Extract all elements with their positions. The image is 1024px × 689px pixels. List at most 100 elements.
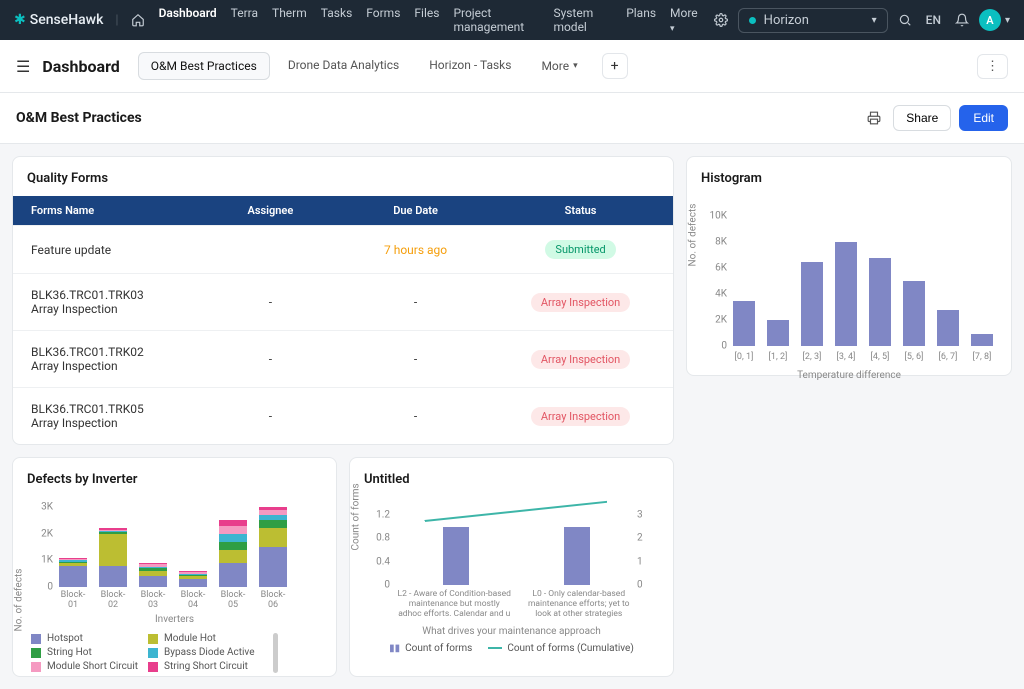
legend-scrollbar[interactable] [273,633,278,673]
bar [767,320,789,346]
nav-project[interactable]: Project management [453,6,539,34]
swatch-icon [31,634,41,644]
status-badge: Array Inspection [531,293,630,312]
bar-segment [259,520,287,528]
legend-item[interactable]: Bypass Diode Active [148,647,255,658]
bell-icon[interactable] [951,12,973,28]
language-selector[interactable]: EN [922,13,945,27]
bar-segment [259,528,287,547]
cell-name: BLK36.TRC01.TRK03 Array Inspection [13,274,183,330]
cell-status: Array Inspection [488,274,673,330]
histogram-x-labels: [0, 1][1, 2][2, 3][3, 4][4, 5][5, 6][6, … [733,350,1011,362]
tab-drone-data[interactable]: Drone Data Analytics [276,52,411,80]
stacked-bar [139,563,167,587]
status-badge: Submitted [545,240,615,259]
x-tick: Block-04 [179,590,207,610]
x-axis-label: What drives your maintenance approach [350,626,673,637]
content-grid: Quality Forms Forms Name Assignee Due Da… [0,144,1024,689]
nav-more[interactable]: More ▾ [670,6,698,34]
bar [971,334,993,346]
top-nav: ✱ SenseHawk | Dashboard Terra Therm Task… [0,0,1024,40]
y-tick-left: 0.4 [356,556,390,567]
tab-om-best-practices[interactable]: O&M Best Practices [138,52,270,80]
top-nav-links: Dashboard Terra Therm Tasks Forms Files … [159,6,698,34]
nav-files[interactable]: Files [414,6,439,34]
add-dashboard-button[interactable]: + [602,53,628,79]
x-tick: [4, 5] [869,352,891,362]
y-tick-left: 1.2 [356,510,390,521]
status-badge: Array Inspection [531,350,630,369]
nav-system[interactable]: System model [553,6,612,34]
chevron-down-icon: ▾ [573,61,578,71]
cell-due: - [343,331,488,387]
bar-segment [59,566,87,587]
edit-button[interactable]: Edit [959,105,1008,131]
cell-assignee [198,226,343,273]
x-tick: Block-03 [139,590,167,610]
nav-tasks[interactable]: Tasks [321,6,353,34]
legend-item[interactable]: Hotspot [31,633,138,644]
nav-dashboard[interactable]: Dashboard [159,6,217,34]
menu-icon[interactable]: ☰ [16,57,30,76]
table-row[interactable]: BLK36.TRC01.TRK05 Array Inspection--Arra… [13,387,673,444]
y-tick-right: 3 [637,510,671,521]
x-tick: L0 - Only calendar-based maintenance eff… [521,589,638,620]
cell-status: Submitted [488,226,673,273]
brand-logo[interactable]: ✱ SenseHawk [14,12,103,28]
logo-mark-icon: ✱ [14,12,26,28]
x-tick: Block-06 [259,590,287,610]
legend-item[interactable]: Module Short Circuit [31,661,138,672]
legend-item[interactable]: String Hot [31,647,138,658]
y-tick: 0 [687,341,727,352]
bar-segment [99,566,127,587]
y-tick-right: 2 [637,533,671,544]
more-actions-button[interactable]: ⋮ [977,54,1008,79]
swatch-icon [148,662,158,672]
card-histogram: Histogram No. of defects 02K4K6K8K10K [0… [686,156,1012,376]
legend-item[interactable]: Module Hot [148,633,255,644]
table-row[interactable]: Feature update7 hours agoSubmitted [13,225,673,273]
asset-selector[interactable]: Horizon ▾ [738,8,888,33]
tab-more[interactable]: More ▾ [529,52,589,80]
share-button[interactable]: Share [893,105,951,131]
nav-therm[interactable]: Therm [272,6,307,34]
legend-item[interactable]: String Short Circuit [148,661,255,672]
cell-name: BLK36.TRC01.TRK05 Array Inspection [13,388,183,444]
y-tick: 10K [687,211,727,222]
chevron-down-icon: ▾ [1005,15,1010,26]
x-tick: Block-02 [99,590,127,610]
nav-forms[interactable]: Forms [366,6,400,34]
table-row[interactable]: BLK36.TRC01.TRK02 Array Inspection--Arra… [13,330,673,387]
tab-horizon-tasks[interactable]: Horizon - Tasks [417,52,523,80]
col-assignee: Assignee [198,196,343,225]
nav-plans[interactable]: Plans [626,6,656,34]
defects-chart: No. of defects 01K2K3K [59,497,322,587]
table-row[interactable]: BLK36.TRC01.TRK03 Array Inspection--Arra… [13,273,673,330]
bar-segment [219,526,247,534]
combo-x-labels: L2 - Aware of Condition-based maintenanc… [396,589,637,620]
x-tick: Block-01 [59,590,87,610]
y-tick: 2K [19,528,53,539]
home-icon[interactable] [131,13,145,28]
col-due-date: Due Date [343,196,488,225]
nav-terra[interactable]: Terra [231,6,258,34]
user-menu[interactable]: A ▾ [979,9,1010,31]
card-untitled: Untitled Count of forms 00.40.81.2 0123 … [349,457,674,677]
x-tick: L2 - Aware of Condition-based maintenanc… [396,589,513,620]
bar [733,301,755,347]
print-icon[interactable] [867,110,881,126]
dashboard-tabs: O&M Best Practices Drone Data Analytics … [138,52,590,80]
y-tick-right: 1 [637,556,671,567]
cell-assignee: - [198,274,343,330]
bar [835,242,857,346]
bar [801,262,823,347]
y-axis-label: No. of defects [14,569,25,632]
card-title: Defects by Inverter [13,458,336,497]
cell-due: - [343,274,488,330]
page-header: O&M Best Practices Share Edit [0,93,1024,144]
stacked-bar [219,520,247,587]
search-icon[interactable] [894,12,916,28]
cell-name: BLK36.TRC01.TRK02 Array Inspection [13,331,183,387]
col-forms-name: Forms Name [13,196,198,225]
settings-icon[interactable] [710,12,732,28]
